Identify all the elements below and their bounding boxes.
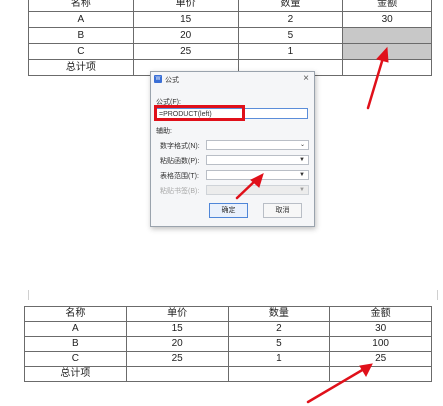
- annotation-arrowhead-top: [376, 46, 389, 63]
- annotation-arrow-top: [366, 56, 385, 110]
- annotation-arrows: [235, 46, 389, 404]
- annotation-arrowhead-ok: [250, 173, 264, 188]
- annotation-arrow-ok: [235, 178, 258, 200]
- annotation-arrow-bottom: [306, 367, 366, 404]
